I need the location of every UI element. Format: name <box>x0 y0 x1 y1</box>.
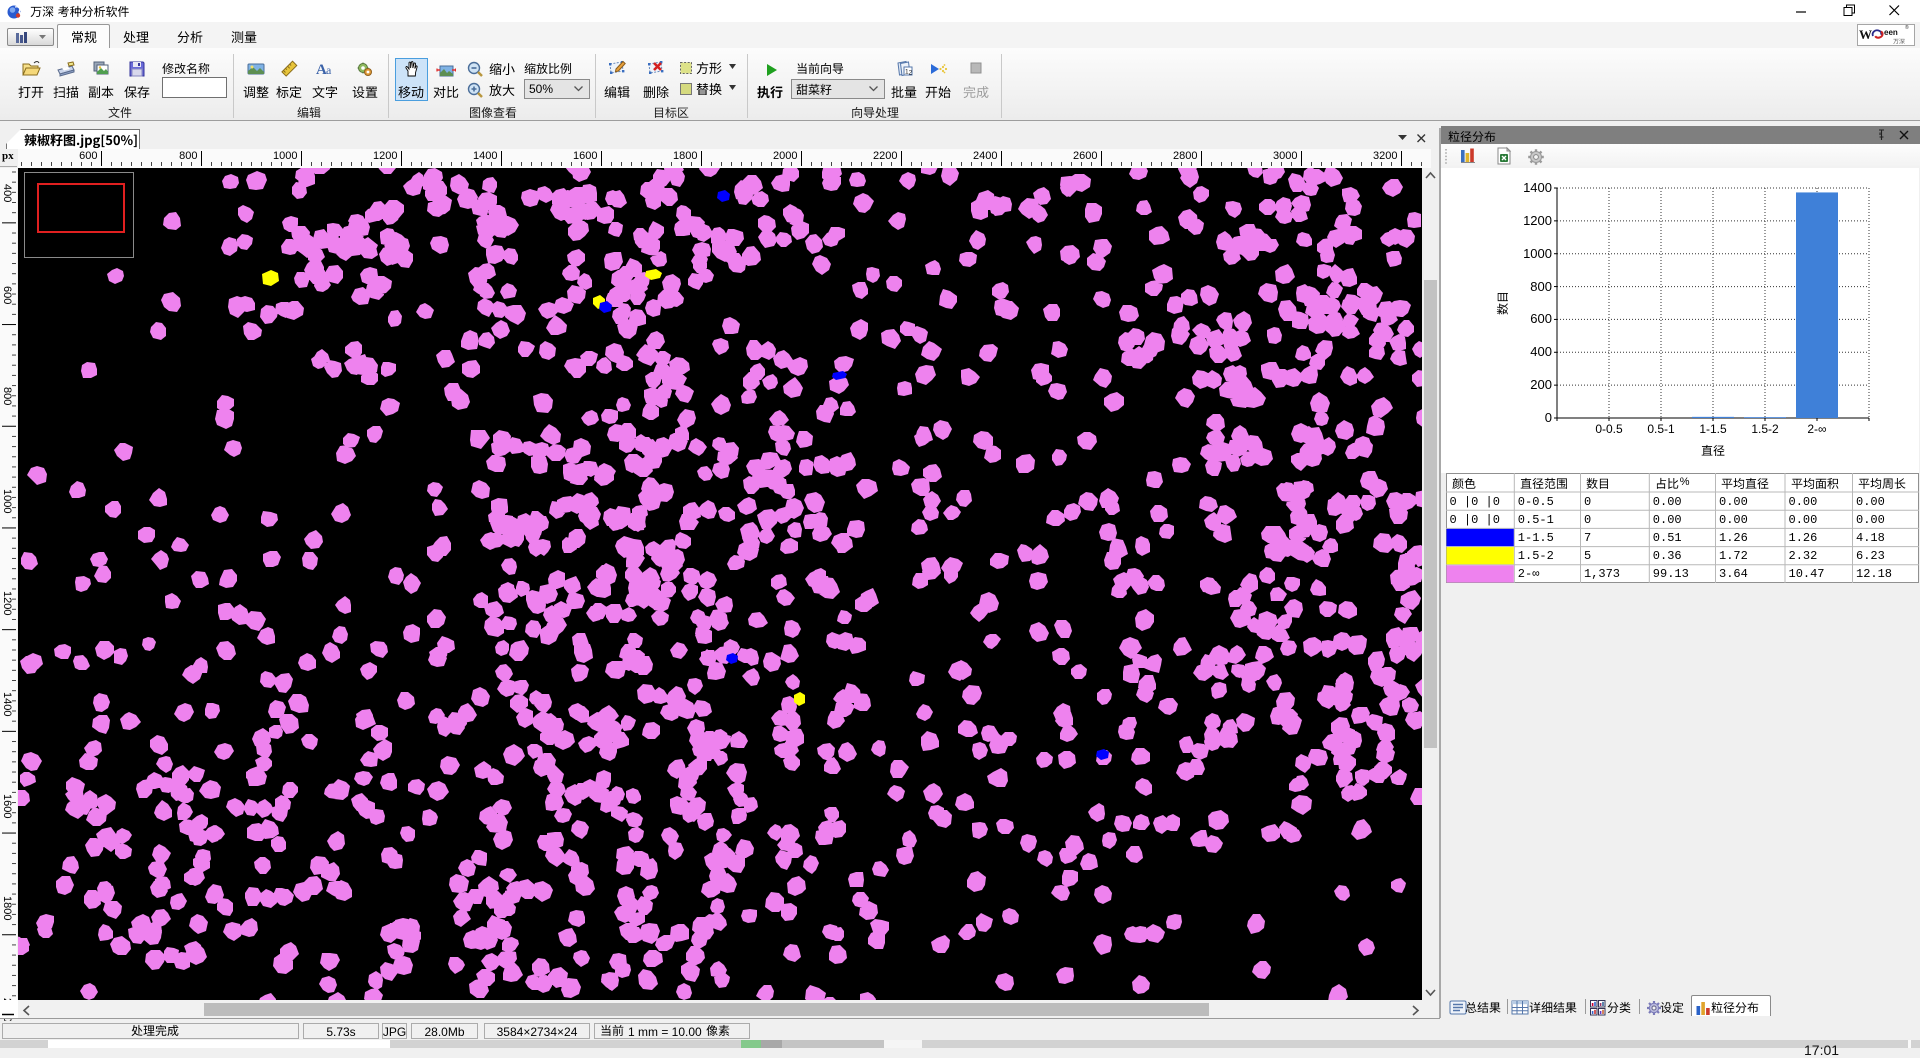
svg-text:a: a <box>326 63 332 77</box>
svg-text:12: 12 <box>905 69 913 77</box>
